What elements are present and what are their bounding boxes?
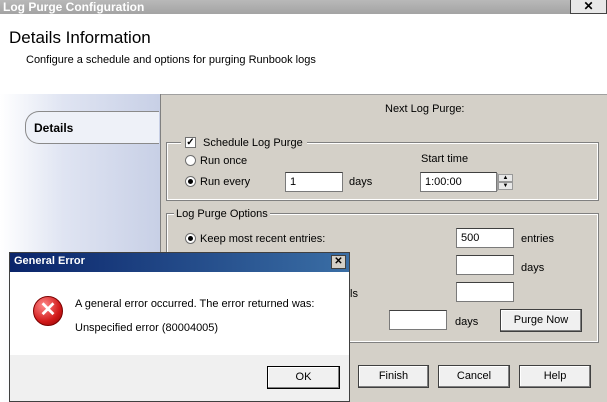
entries-label: entries — [521, 233, 555, 245]
close-icon: ✕ — [583, 0, 594, 13]
help-button[interactable]: Help — [519, 365, 591, 388]
older-than-days-input[interactable] — [456, 255, 514, 275]
schedule-log-purge-label: Schedule Log Purge — [203, 137, 303, 149]
finish-button[interactable]: Finish — [358, 365, 429, 388]
keep-recent-label: Keep most recent entries: — [200, 233, 326, 245]
spin-down-icon[interactable]: ▼ — [498, 182, 513, 190]
log-purge-options-legend: Log Purge Options — [174, 208, 270, 220]
window-close-button[interactable]: ✕ — [570, 0, 607, 14]
purge-days-label: days — [455, 316, 479, 328]
error-dialog-close-button[interactable]: ✕ — [331, 255, 346, 269]
error-message-line2: Unspecified error (80004005) — [75, 322, 219, 334]
ok-button[interactable]: OK — [267, 366, 340, 389]
start-time-input[interactable]: 1:00:00 — [420, 172, 497, 192]
run-every-radio[interactable] — [185, 176, 196, 187]
run-every-input[interactable]: 1 — [285, 172, 343, 192]
spin-up-icon[interactable]: ▲ — [498, 174, 513, 182]
keep-recent-input[interactable]: 500 — [456, 228, 514, 248]
older-than-days-label: days — [521, 262, 545, 274]
window-title: Log Purge Configuration — [3, 0, 145, 14]
schedule-group — [166, 142, 599, 201]
run-every-label: Run every — [200, 176, 251, 188]
error-message-line1: A general error occurred. The error retu… — [75, 298, 315, 310]
schedule-log-purge-checkbox[interactable]: ✓ — [185, 137, 196, 148]
cancel-button[interactable]: Cancel — [438, 365, 510, 388]
window-title-bar: Log Purge Configuration — [0, 0, 607, 14]
purge-now-button[interactable]: Purge Now — [500, 309, 582, 332]
run-every-days-label: days — [349, 176, 373, 188]
next-log-purge-label: Next Log Purge: — [385, 103, 465, 115]
third-option-input[interactable] — [456, 282, 514, 302]
run-once-label: Run once — [200, 155, 248, 167]
purge-days-input[interactable] — [389, 310, 447, 330]
page-subtitle: Configure a schedule and options for pur… — [26, 54, 316, 66]
start-time-spinner[interactable]: ▲ ▼ — [497, 173, 514, 191]
close-icon: ✕ — [334, 256, 343, 267]
error-icon: ✕ — [33, 296, 63, 326]
error-dialog-title: General Error — [14, 255, 85, 267]
keep-recent-radio[interactable] — [185, 233, 196, 244]
run-once-radio[interactable] — [185, 155, 196, 166]
start-time-label: Start time — [421, 153, 469, 165]
error-icon-glyph: ✕ — [39, 299, 57, 321]
partial-label: ls — [350, 288, 358, 300]
sidebar-item-label: Details — [34, 121, 74, 135]
page-title: Details Information — [9, 28, 151, 47]
